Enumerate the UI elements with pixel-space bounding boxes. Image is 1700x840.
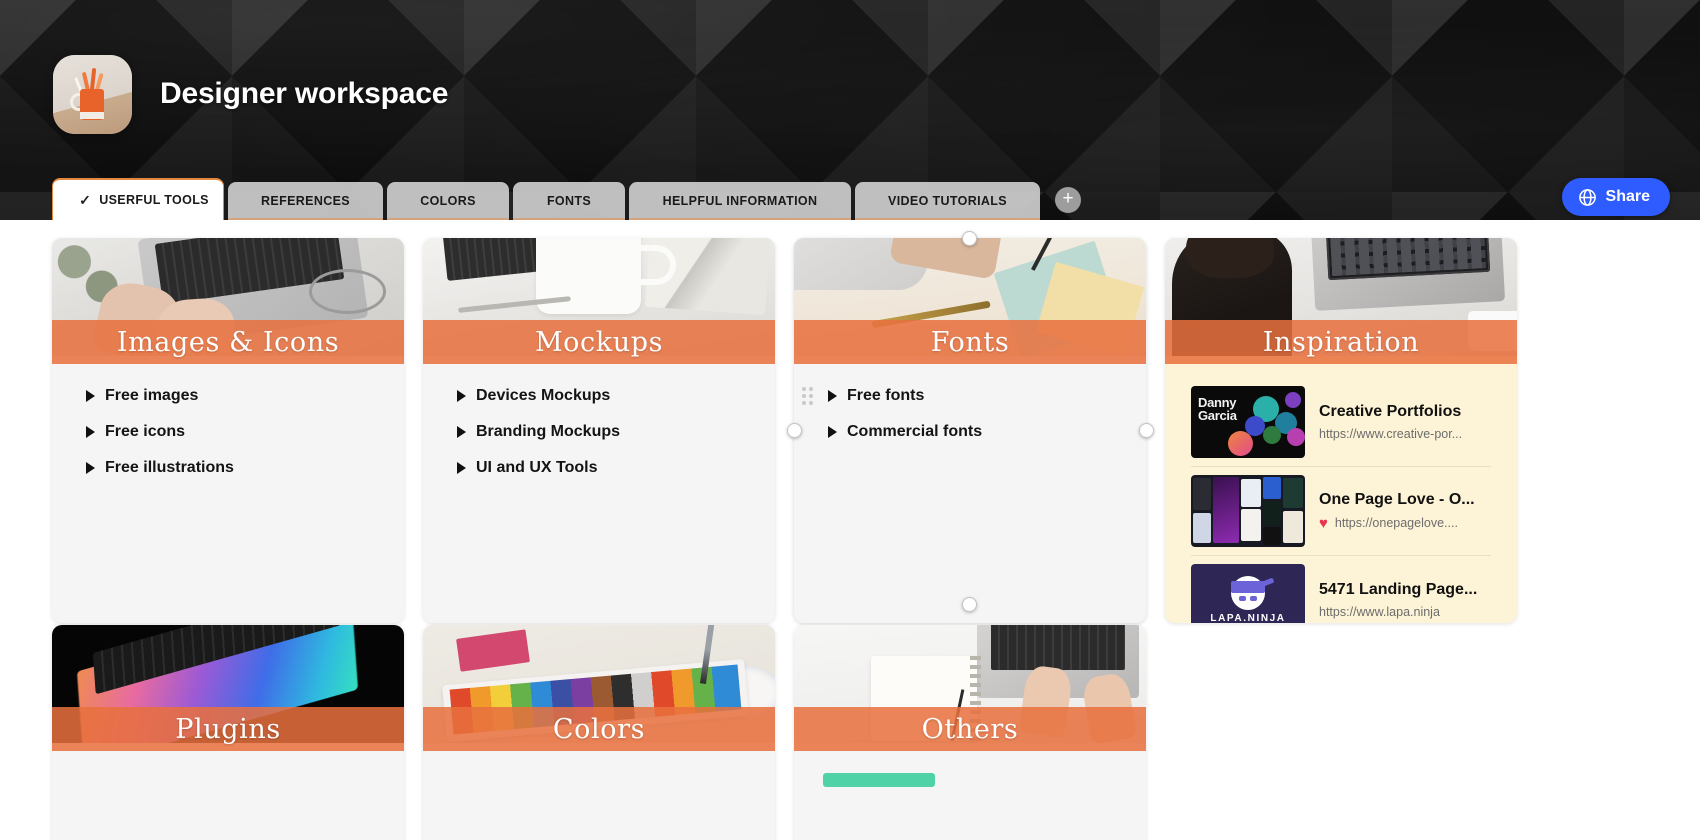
inspiration-link-list: Danny Garcia Creative Portfolios https:/… <box>1165 364 1517 623</box>
chevron-right-icon <box>457 462 466 474</box>
card-item-list <box>423 751 775 840</box>
resize-handle-right[interactable] <box>1139 423 1154 438</box>
drag-handle-icon[interactable] <box>802 387 813 405</box>
card-colors[interactable]: Colors <box>423 625 775 840</box>
list-item-label: Devices Mockups <box>476 387 611 404</box>
avatar-image <box>53 55 132 134</box>
card-images-icons[interactable]: Images & Icons Free images Free icons Fr… <box>52 238 404 623</box>
card-inspiration[interactable]: Inspiration Danny Garcia Creative Portfo… <box>1165 238 1517 623</box>
card-fonts[interactable]: Fonts Free fonts Commercial fonts <box>794 238 1146 623</box>
card-title-banner: Images & Icons <box>52 320 404 364</box>
list-item[interactable]: Free images <box>52 378 404 414</box>
resize-handle-top[interactable] <box>962 231 977 246</box>
list-item-label: Commercial fonts <box>847 423 983 440</box>
tab-check-icon: ✓ <box>79 191 92 208</box>
resize-handle-bottom[interactable] <box>962 597 977 612</box>
chevron-right-icon <box>457 426 466 438</box>
card-item-list: Free fonts Commercial fonts <box>794 364 1146 623</box>
card-item-list <box>52 751 404 840</box>
link-thumbnail: Danny Garcia <box>1191 386 1305 458</box>
link-title: One Page Love - O... <box>1319 490 1475 508</box>
card-title: Plugins <box>175 713 281 745</box>
card-title: Fonts <box>930 326 1010 358</box>
link-thumbnail: LAPA.NINJA <box>1191 564 1305 623</box>
tab-label: FONTS <box>546 194 592 208</box>
link-thumbnail <box>1191 475 1305 547</box>
list-item-label: Branding Mockups <box>476 423 621 440</box>
tab-label: COLORS <box>420 194 476 208</box>
card-title: Inspiration <box>1262 326 1420 358</box>
card-others[interactable]: Others <box>794 625 1146 840</box>
list-item-label: Free illustrations <box>105 459 234 476</box>
resize-handle-left[interactable] <box>787 423 802 438</box>
tab-label: HELPFUL INFORMATION <box>662 194 818 208</box>
tab-helpful-information[interactable]: HELPFUL INFORMATION <box>629 182 851 220</box>
card-title-banner: Others <box>794 707 1146 751</box>
chevron-right-icon <box>86 390 95 402</box>
board-canvas: Images & Icons Free images Free icons Fr… <box>0 220 1700 840</box>
list-item-label: Free fonts <box>847 387 925 404</box>
globe-icon <box>1578 188 1597 207</box>
list-item-label: Free icons <box>105 423 186 440</box>
add-tab-button[interactable]: + <box>1055 187 1081 213</box>
card-plugins[interactable]: Plugins <box>52 625 404 840</box>
card-title: Colors <box>552 713 646 745</box>
card-title-banner: Mockups <box>423 320 775 364</box>
chevron-right-icon <box>86 426 95 438</box>
link-title: Creative Portfolios <box>1319 403 1462 420</box>
thumb-label: LAPA.NINJA <box>1210 613 1286 623</box>
board-avatar[interactable] <box>53 55 132 134</box>
tab-userful-tools[interactable]: ✓ USERFUL TOOLS <box>52 178 224 220</box>
list-item[interactable]: Free fonts <box>794 378 1146 414</box>
tab-references[interactable]: REFERENCES <box>228 182 383 220</box>
status-badge <box>823 773 935 787</box>
list-item[interactable]: Commercial fonts <box>794 414 1146 450</box>
heart-icon: ♥ <box>1319 514 1328 532</box>
chevron-right-icon <box>457 390 466 402</box>
card-title-banner: Colors <box>423 707 775 751</box>
list-item[interactable]: Danny Garcia Creative Portfolios https:/… <box>1191 378 1491 466</box>
list-item-label: Free images <box>105 387 199 404</box>
page-title: Designer workspace <box>160 77 449 110</box>
card-title-banner: Inspiration <box>1165 320 1517 364</box>
tab-label: VIDEO TUTORIALS <box>888 194 1007 208</box>
ninja-icon <box>1231 576 1275 610</box>
card-item-list <box>794 751 1146 840</box>
chevron-right-icon <box>86 462 95 474</box>
list-item[interactable]: Devices Mockups <box>423 378 775 414</box>
thumb-label-line2: Garcia <box>1198 408 1237 423</box>
card-title-banner: Fonts <box>794 320 1146 364</box>
list-item[interactable]: Free icons <box>52 414 404 450</box>
card-title: Mockups <box>534 326 664 358</box>
tab-fonts[interactable]: FONTS <box>513 182 625 220</box>
chevron-right-icon <box>828 390 837 402</box>
link-url: https://onepagelove.... <box>1334 516 1458 530</box>
share-label: Share <box>1605 188 1650 205</box>
tab-label: REFERENCES <box>261 194 350 208</box>
card-title: Others <box>921 713 1019 745</box>
share-button[interactable]: Share <box>1561 178 1670 216</box>
list-item[interactable]: Free illustrations <box>52 450 404 486</box>
tab-label: USERFUL TOOLS <box>99 193 209 207</box>
tab-colors[interactable]: COLORS <box>387 182 509 220</box>
tab-video-tutorials[interactable]: VIDEO TUTORIALS <box>855 182 1040 220</box>
board-header: Designer workspace ✓ USERFUL TOOLS REFER… <box>0 0 1700 220</box>
link-url: https://www.creative-por... <box>1319 427 1463 441</box>
list-item[interactable]: LAPA.NINJA 5471 Landing Page... https://… <box>1191 555 1491 623</box>
list-item[interactable]: UI and UX Tools <box>423 450 775 486</box>
chevron-right-icon <box>828 426 837 438</box>
list-item-label: UI and UX Tools <box>476 459 598 476</box>
list-item[interactable]: One Page Love - O... ♥ https://onepagelo… <box>1191 466 1491 555</box>
list-item[interactable]: Branding Mockups <box>423 414 775 450</box>
card-item-list: Free images Free icons Free illustration… <box>52 364 404 623</box>
card-item-list: Devices Mockups Branding Mockups UI and … <box>423 364 775 623</box>
link-title: 5471 Landing Page... <box>1319 581 1478 598</box>
tab-bar: ✓ USERFUL TOOLS REFERENCES COLORS FONTS … <box>0 178 1700 220</box>
card-mockups[interactable]: Mockups Devices Mockups Branding Mockups… <box>423 238 775 623</box>
link-url: https://www.lapa.ninja <box>1319 605 1440 619</box>
card-title: Images & Icons <box>116 326 340 358</box>
card-title-banner: Plugins <box>52 707 404 751</box>
